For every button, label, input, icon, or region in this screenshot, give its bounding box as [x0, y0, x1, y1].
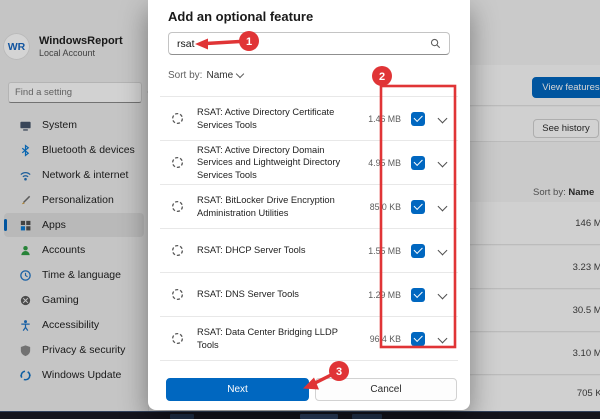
feature-name: RSAT: DHCP Server Tools: [185, 244, 353, 256]
feature-checkbox[interactable]: [411, 156, 425, 170]
feature-icon: [170, 243, 185, 258]
dialog-title: Add an optional feature: [168, 9, 313, 24]
feature-checkbox[interactable]: [411, 200, 425, 214]
feature-size: 4.95 MB: [353, 158, 401, 168]
chevron-down-icon[interactable]: [438, 246, 448, 256]
feature-search-input[interactable]: [169, 37, 430, 51]
feature-list: RSAT: Active Directory Certificate Servi…: [160, 96, 458, 361]
feature-size: 1.46 MB: [353, 114, 401, 124]
taskbar-app-thumb: [300, 414, 338, 419]
next-button[interactable]: Next: [166, 378, 309, 401]
feature-size: 96.4 KB: [353, 334, 401, 344]
feature-icon: [170, 111, 185, 126]
feature-row[interactable]: RSAT: BitLocker Drive Encryption Adminis…: [160, 185, 458, 229]
feature-checkbox[interactable]: [411, 332, 425, 346]
feature-icon: [170, 287, 185, 302]
cancel-button[interactable]: Cancel: [315, 378, 457, 401]
next-button-label: Next: [227, 384, 248, 395]
feature-icon: [170, 331, 185, 346]
chevron-down-icon[interactable]: [438, 202, 448, 212]
feature-checkbox[interactable]: [411, 288, 425, 302]
dialog-sort-by[interactable]: Sort by: Name: [168, 70, 243, 81]
dialog-sort-value: Name: [206, 70, 233, 81]
feature-icon: [170, 155, 185, 170]
chevron-down-icon[interactable]: [438, 290, 448, 300]
feature-row[interactable]: RSAT: Active Directory Certificate Servi…: [160, 97, 458, 141]
taskbar-app-thumb: [352, 414, 382, 419]
search-icon: [430, 38, 449, 49]
feature-icon: [170, 199, 185, 214]
feature-row[interactable]: RSAT: DNS Server Tools 1.29 MB: [160, 273, 458, 317]
cancel-button-label: Cancel: [370, 384, 401, 395]
feature-checkbox[interactable]: [411, 244, 425, 258]
taskbar-app-thumb: [170, 414, 194, 419]
feature-name: RSAT: Data Center Bridging LLDP Tools: [185, 326, 353, 350]
feature-checkbox[interactable]: [411, 112, 425, 126]
chevron-down-icon[interactable]: [438, 334, 448, 344]
dialog-sort-prefix: Sort by:: [168, 70, 202, 81]
chevron-down-icon: [236, 70, 244, 78]
feature-row[interactable]: RSAT: DHCP Server Tools 1.55 MB: [160, 229, 458, 273]
feature-name: RSAT: Active Directory Domain Services a…: [185, 144, 353, 180]
chevron-down-icon[interactable]: [438, 158, 448, 168]
feature-size: 85.0 KB: [353, 202, 401, 212]
feature-name: RSAT: BitLocker Drive Encryption Adminis…: [185, 194, 353, 218]
feature-size: 1.55 MB: [353, 246, 401, 256]
feature-name: RSAT: Active Directory Certificate Servi…: [185, 106, 353, 130]
feature-name: RSAT: DNS Server Tools: [185, 288, 353, 300]
feature-size: 1.29 MB: [353, 290, 401, 300]
feature-row[interactable]: RSAT: Data Center Bridging LLDP Tools 96…: [160, 317, 458, 361]
feature-row[interactable]: RSAT: Active Directory Domain Services a…: [160, 141, 458, 185]
chevron-down-icon[interactable]: [438, 114, 448, 124]
add-optional-feature-dialog: Add an optional feature Sort by: Name RS…: [148, 0, 470, 410]
feature-search-box[interactable]: [168, 32, 450, 55]
